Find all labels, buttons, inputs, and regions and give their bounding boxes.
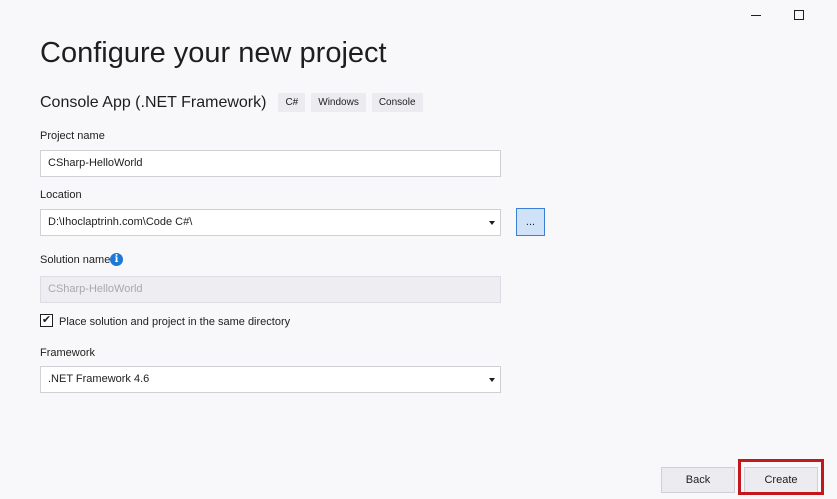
template-info: Console App (.NET Framework) C# Windows …	[40, 93, 429, 112]
tag-language: C#	[278, 93, 306, 112]
back-button[interactable]: Back	[661, 467, 735, 493]
same-directory-checkbox[interactable]: ✔	[40, 314, 53, 327]
tag-project-type: Console	[371, 93, 423, 112]
create-button[interactable]: Create	[744, 467, 818, 493]
tag-platform: Windows	[311, 93, 366, 112]
framework-value: .NET Framework 4.6	[48, 373, 150, 385]
info-icon[interactable]: i	[110, 253, 123, 266]
solution-name-input: CSharp-HelloWorld	[40, 276, 501, 303]
framework-select[interactable]: .NET Framework 4.6	[40, 366, 501, 393]
project-name-label: Project name	[40, 130, 105, 142]
minimize-icon	[751, 14, 761, 16]
maximize-icon	[794, 10, 804, 20]
minimize-button[interactable]	[747, 6, 765, 24]
location-combobox[interactable]: D:\Ihoclaptrinh.com\Code C#\	[40, 209, 501, 236]
page-title: Configure your new project	[40, 37, 387, 69]
chevron-down-icon[interactable]	[489, 221, 495, 225]
chevron-down-icon[interactable]	[489, 378, 495, 382]
location-label: Location	[40, 189, 82, 201]
location-value: D:\Ihoclaptrinh.com\Code C#\	[48, 216, 193, 228]
same-directory-label[interactable]: Place solution and project in the same d…	[59, 316, 290, 328]
framework-label: Framework	[40, 347, 96, 359]
solution-name-label: Solution name	[40, 254, 111, 266]
maximize-button[interactable]	[790, 6, 808, 24]
browse-button[interactable]: ...	[516, 208, 545, 236]
project-name-input[interactable]: CSharp-HelloWorld	[40, 150, 501, 177]
template-name: Console App (.NET Framework)	[40, 93, 267, 111]
